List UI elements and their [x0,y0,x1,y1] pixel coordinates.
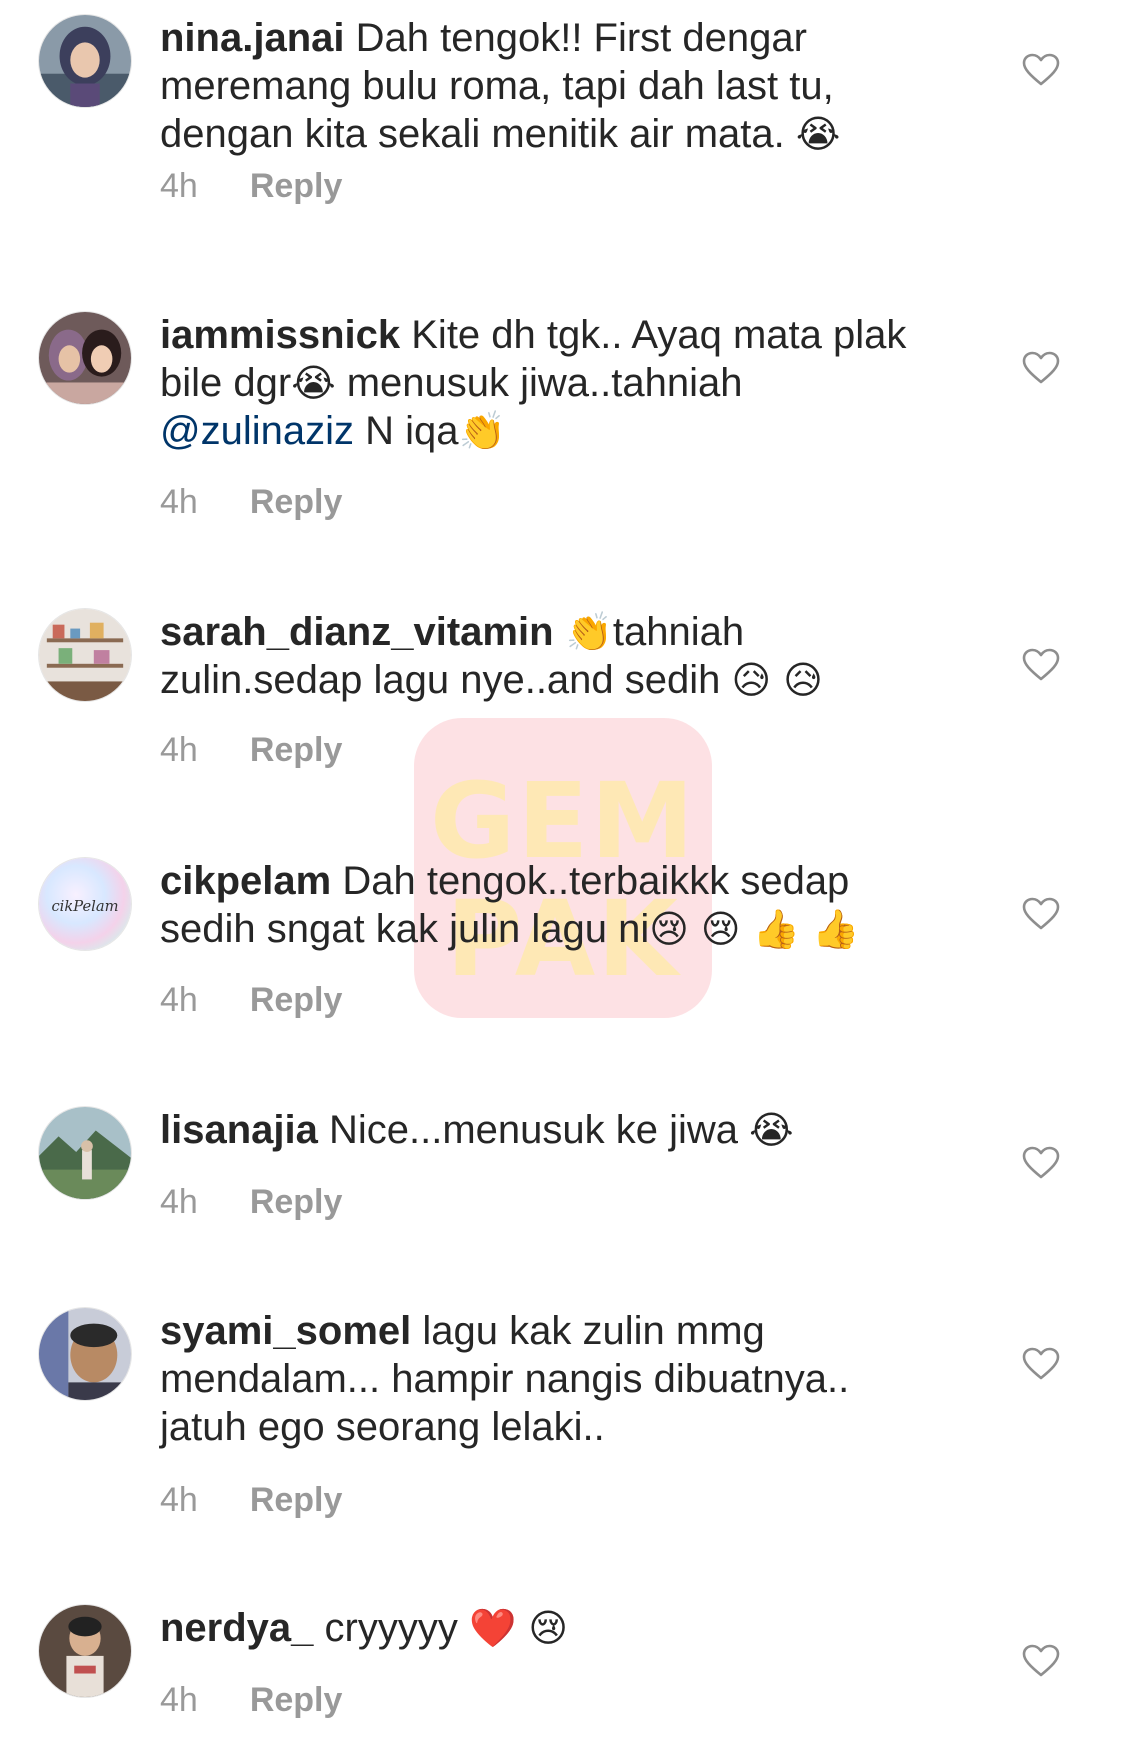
avatar[interactable]: cikPelam [38,857,132,951]
user-mention-link[interactable]: @zulinaziz [160,409,354,453]
crying-face-icon: 😭 [291,361,336,405]
comment-username[interactable]: iammissnick [160,313,400,357]
comment-body: cikpelam Dah tengok..terbaikkk sedap sed… [160,857,940,953]
comment-timestamp: 4h [160,483,198,521]
comment-body: sarah_dianz_vitamin 👏tahniah zulin.sedap… [160,608,940,704]
profile-photo-girl-icon [39,1605,131,1697]
comment-text: N iqa [354,409,459,453]
comment-meta: 4h Reply [160,166,342,206]
avatar[interactable] [38,311,132,405]
profile-photo-pastel-logo-icon: cikPelam [39,858,131,950]
heart-crying-icon: ❤️ 😢 [468,1606,568,1650]
like-heart-icon[interactable] [1022,897,1060,931]
reply-button[interactable]: Reply [250,483,343,521]
comment-text: Nice...menusuk ke jiwa [317,1108,750,1152]
clapping-hands-icon: 👏 [458,409,506,453]
comment-timestamp: 4h [160,981,198,1019]
profile-photo-man-icon [39,1308,131,1400]
comment-body: syami_somel lagu kak zulin mmg mendalam.… [160,1307,940,1451]
comment-timestamp: 4h [160,1183,198,1221]
comment-meta: 4h Reply [160,1680,342,1720]
comment-text: cryyyyy [313,1606,469,1650]
reply-button[interactable]: Reply [250,1681,343,1719]
avatar[interactable] [38,14,132,108]
comment-body: nerdya_ cryyyyy ❤️ 😢 [160,1604,940,1652]
clapping-hands-icon: 👏 [553,610,613,654]
comment-username[interactable]: cikpelam [160,859,331,903]
profile-photo-two-women-icon [39,312,131,404]
reply-button[interactable]: Reply [250,731,343,769]
like-heart-icon[interactable] [1022,1347,1060,1381]
profile-photo-hijab-icon [39,15,131,107]
avatar[interactable] [38,1604,132,1698]
comment-username[interactable]: lisanajia [160,1108,318,1152]
sad-face-icon: 😥 😥 [731,658,823,702]
reply-button[interactable]: Reply [250,1481,343,1519]
comment-body: nina.janai Dah tengok!! First dengar mer… [160,14,940,158]
comment-username[interactable]: sarah_dianz_vitamin [160,610,554,654]
comment-meta: 4h Reply [160,482,342,522]
comment-timestamp: 4h [160,731,198,769]
like-heart-icon[interactable] [1022,1644,1060,1678]
profile-photo-shelf-icon [39,609,131,701]
comment-body: iammissnick Kite dh tgk.. Ayaq mata plak… [160,311,940,455]
comment-username[interactable]: nerdya_ [160,1606,313,1650]
avatar[interactable] [38,608,132,702]
crying-face-icon: 😭 [795,112,841,156]
comment-timestamp: 4h [160,167,198,205]
like-heart-icon[interactable] [1022,648,1060,682]
profile-photo-landscape-icon [39,1107,131,1199]
avatar[interactable] [38,1106,132,1200]
reply-button[interactable]: Reply [250,981,343,1019]
like-heart-icon[interactable] [1022,53,1060,87]
comment-timestamp: 4h [160,1681,198,1719]
reply-button[interactable]: Reply [250,167,343,205]
avatar-logo-text: cikPelam [51,898,118,915]
comment-timestamp: 4h [160,1481,198,1519]
crying-face-icon: 😭 [749,1108,794,1152]
like-heart-icon[interactable] [1022,351,1060,385]
comment-username[interactable]: nina.janai [160,16,345,60]
comment-meta: 4h Reply [160,730,342,770]
crying-thumbs-up-icon: 😢 😢 👍 👍 [649,907,860,951]
comment-body: lisanajia Nice...menusuk ke jiwa 😭 [160,1106,940,1154]
comment-meta: 4h Reply [160,1182,342,1222]
like-heart-icon[interactable] [1022,1146,1060,1180]
reply-button[interactable]: Reply [250,1183,343,1221]
comment-meta: 4h Reply [160,1480,342,1520]
comment-username[interactable]: syami_somel [160,1309,411,1353]
comment-text: menusuk jiwa..tahniah [335,361,743,405]
comment-meta: 4h Reply [160,980,342,1020]
avatar[interactable] [38,1307,132,1401]
